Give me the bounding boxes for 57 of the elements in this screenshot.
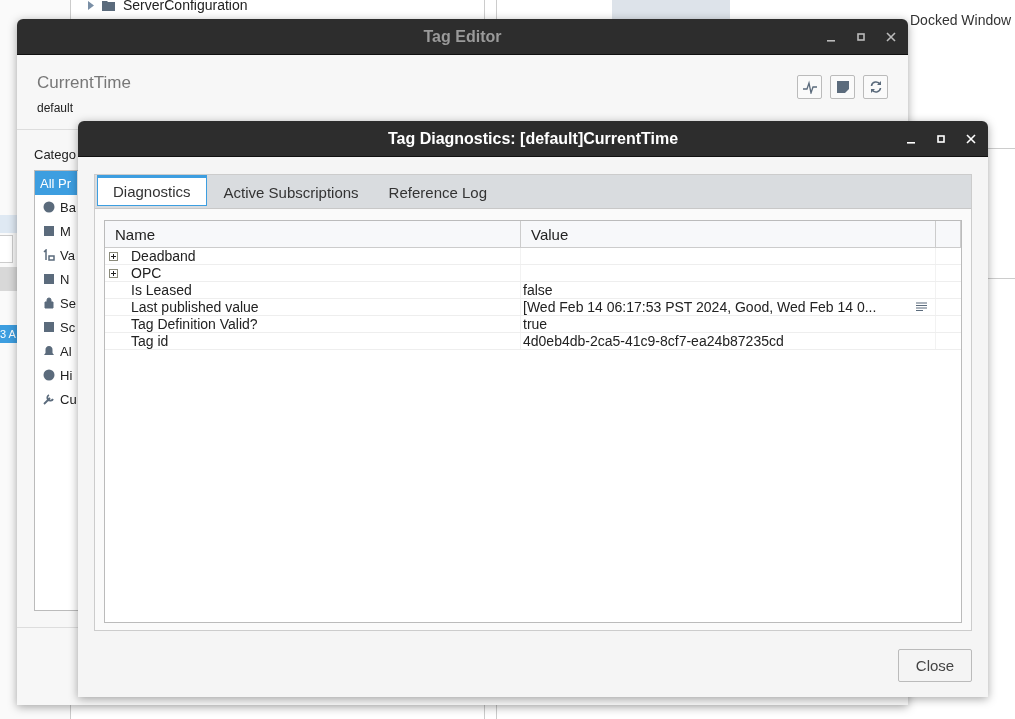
row-background — [0, 267, 17, 291]
tree-item[interactable]: ServerConfiguration — [123, 0, 248, 13]
refresh-button[interactable] — [863, 75, 888, 99]
table-cell: Is Leased — [131, 282, 192, 298]
table-cell: 4d0eb4db-2ca5-41c9-8cf7-ea24b87235cd — [523, 333, 784, 349]
category-icon — [43, 201, 55, 213]
column-header[interactable]: Value — [521, 221, 936, 247]
category-icon — [43, 297, 55, 309]
tab[interactable]: Diagnostics — [97, 175, 207, 206]
provider-name: default — [37, 101, 75, 115]
window-title: Tag Editor — [423, 27, 502, 46]
category-icon — [43, 225, 55, 237]
table-cell: Tag id — [131, 333, 169, 349]
note-icon — [835, 80, 850, 94]
details-icon[interactable] — [916, 302, 927, 311]
category-item[interactable]: Hi — [35, 363, 77, 387]
category-item[interactable]: Ba — [35, 195, 77, 219]
category-item[interactable]: Se — [35, 291, 77, 315]
diagnostics-button[interactable] — [797, 75, 822, 99]
refresh-icon — [868, 80, 883, 94]
expand-icon[interactable] — [109, 251, 118, 261]
folder-icon — [102, 0, 115, 11]
table-cell: Last published value — [131, 299, 259, 315]
category-item[interactable]: Sc — [35, 315, 77, 339]
close-button[interactable]: Close — [898, 649, 972, 682]
tab[interactable]: Reference Log — [373, 177, 502, 208]
category-item[interactable]: Cu — [35, 387, 77, 411]
table-cell: OPC — [131, 265, 162, 281]
category-icon — [43, 321, 55, 333]
category-icon — [43, 345, 55, 357]
expand-arrow-icon[interactable] — [88, 0, 94, 10]
close-icon[interactable] — [886, 31, 896, 42]
category-icon — [43, 273, 55, 285]
table-cell: Deadband — [131, 248, 196, 264]
window-tab[interactable]: Docked Window — [910, 12, 1012, 28]
expand-icon[interactable] — [109, 268, 118, 278]
pulse-icon — [802, 80, 817, 94]
category-heading: Catego — [34, 147, 77, 162]
category-item[interactable]: Va — [35, 243, 77, 267]
table-cell: true — [523, 316, 548, 332]
category-icon — [43, 249, 55, 261]
window-title: Tag Diagnostics: [default]CurrentTime — [387, 129, 679, 148]
table-cell: Tag Definition Valid? — [131, 316, 258, 332]
category-item[interactable]: M — [35, 219, 77, 243]
maximize-icon[interactable] — [856, 31, 866, 42]
toolbar-background — [0, 215, 17, 233]
category-icon — [43, 369, 55, 381]
tag-name: CurrentTime — [37, 73, 131, 93]
category-item[interactable]: Al — [35, 339, 77, 363]
tab[interactable]: Active Subscriptions — [208, 177, 374, 208]
dropdown-field[interactable] — [0, 235, 13, 263]
note-button[interactable] — [830, 75, 855, 99]
column-header[interactable]: Name — [105, 221, 521, 247]
table-cell: false — [523, 282, 553, 298]
table-cell: [Wed Feb 14 06:17:53 PST 2024, Good, Wed Feb 14 0... — [523, 299, 877, 315]
category-item[interactable]: N — [35, 267, 77, 291]
category-icon — [43, 393, 55, 405]
